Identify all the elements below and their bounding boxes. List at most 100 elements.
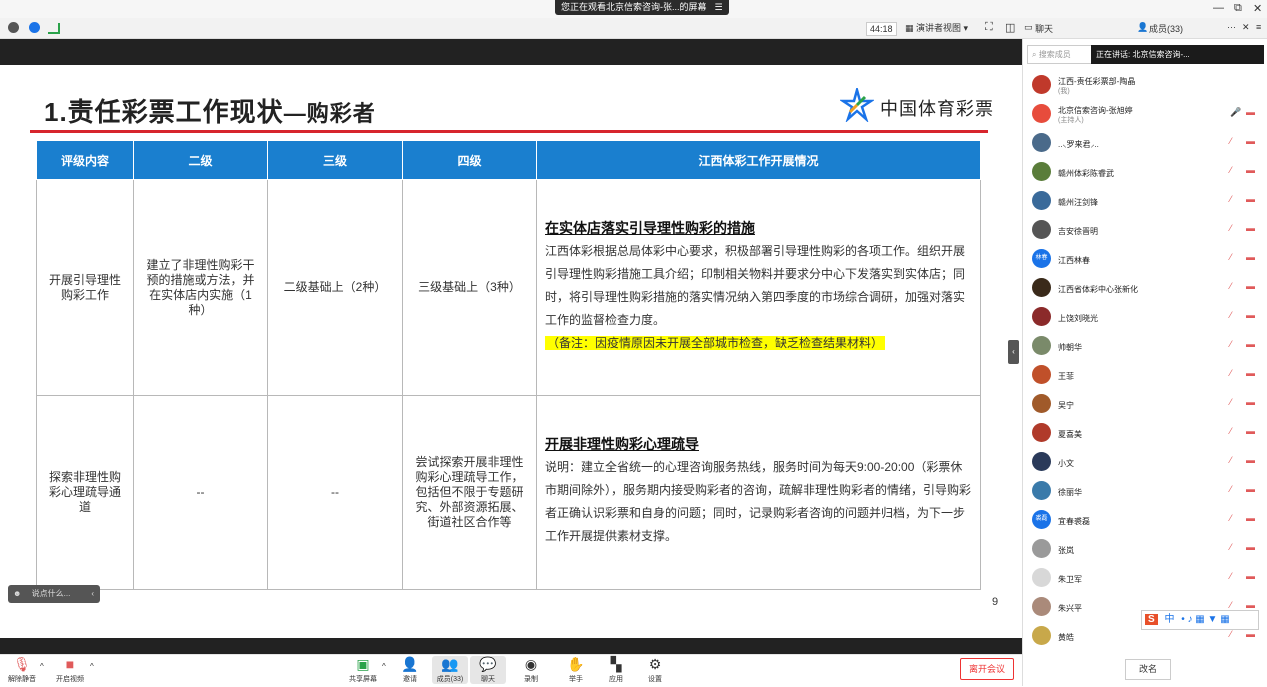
raise-hand-button[interactable]: ✋ 举手 [558, 656, 594, 684]
signal-icon[interactable] [48, 23, 60, 34]
chevron-left-icon[interactable]: ‹ [91, 585, 94, 603]
mic-muted-icon[interactable]: ⁄ [1230, 339, 1232, 349]
member-row[interactable]: 吴宁 ⁄ ▬ [1030, 391, 1260, 417]
camera-off-icon[interactable]: ▬ [1246, 194, 1255, 204]
leave-meeting-button[interactable]: 离开会议 [960, 658, 1014, 680]
share-screen-button[interactable]: ▣ 共享屏幕 [345, 656, 381, 684]
restore-icon[interactable]: ⧉ [1234, 2, 1242, 15]
more-icon[interactable]: ··· [1227, 22, 1236, 32]
member-row[interactable]: 赣州汪剑锋 ⁄ ▬ [1030, 188, 1260, 214]
emoji-icon[interactable]: ☻ [13, 589, 21, 598]
mic-muted-icon[interactable]: ⁄ [1230, 426, 1232, 436]
member-row[interactable]: 夏喜美 ⁄ ▬ [1030, 420, 1260, 446]
mic-muted-icon[interactable]: ⁄ [1230, 484, 1232, 494]
camera-off-icon[interactable]: ▬ [1246, 629, 1255, 639]
mic-on-icon[interactable]: 🎤 [1230, 107, 1241, 118]
title-divider [30, 130, 988, 133]
mic-muted-icon[interactable]: ⁄ [1230, 513, 1232, 523]
mic-muted-icon[interactable]: ⁄ [1230, 455, 1232, 465]
close-panel-icon[interactable]: ✕ [1242, 22, 1250, 33]
chat-button[interactable]: 💬 聊天 [470, 656, 506, 684]
unmute-button[interactable]: 🎙 解除静音 [4, 656, 40, 684]
camera-off-icon[interactable]: ▬ [1246, 426, 1255, 436]
camera-off-icon[interactable]: ▬ [1246, 281, 1255, 291]
ime-toolbar[interactable]: S 中 • ♪ ▦ ▼ ▦ [1141, 610, 1259, 630]
banner-menu-icon[interactable]: ☰ [715, 2, 723, 12]
camera-off-icon[interactable]: ▬ [1246, 484, 1255, 494]
member-row[interactable]: 吉安徐晋明 ⁄ ▬ [1030, 217, 1260, 243]
member-search-input[interactable]: ⌕ 搜索成员 [1027, 45, 1095, 64]
avatar [1032, 626, 1051, 645]
camera-off-icon[interactable]: ▬ [1246, 223, 1255, 233]
members-tab-icon[interactable]: 👤 [1137, 22, 1148, 33]
member-row[interactable]: 江西-责任彩票部-陶晶 (我) [1030, 72, 1260, 98]
member-row[interactable]: 帅朝华 ⁄ ▬ [1030, 333, 1260, 359]
chat-input[interactable]: ☻ 说点什么... ‹ [8, 585, 100, 603]
members-button[interactable]: 👥 成员(33) [432, 656, 468, 684]
mic-muted-icon[interactable]: ⁄ [1230, 165, 1232, 175]
apps-button[interactable]: ▚ 应用 [598, 656, 634, 684]
sharing-banner[interactable]: 您正在观看北京信索咨询-张...的屏幕 ☰ [555, 0, 729, 15]
camera-off-icon[interactable]: ▬ [1246, 252, 1255, 262]
layout-icon[interactable]: ◫ [1005, 21, 1015, 34]
collapse-panel-button[interactable]: ‹ [1008, 340, 1019, 364]
info-icon[interactable] [8, 22, 19, 33]
invite-button[interactable]: 👤 邀请 [392, 656, 428, 684]
mic-muted-icon[interactable]: ⁄ [1230, 252, 1232, 262]
start-video-button[interactable]: ■ 开启视频 [52, 656, 88, 684]
camera-off-icon[interactable]: ▬ [1246, 339, 1255, 349]
menu-icon[interactable]: ≡ [1256, 22, 1261, 32]
mic-muted-icon[interactable]: ⁄ [1230, 136, 1232, 146]
chevron-up-icon[interactable]: ^ [40, 662, 44, 671]
member-row[interactable]: 小文 ⁄ ▬ [1030, 449, 1260, 475]
rename-button[interactable]: 改名 [1125, 659, 1171, 680]
member-row[interactable]: 北京信索咨询-张旭婷 (主持人) 🎤 ▬ [1030, 101, 1260, 127]
minimize-icon[interactable]: — [1213, 2, 1224, 14]
member-row[interactable]: 江西省体彩中心张新化 ⁄ ▬ [1030, 275, 1260, 301]
member-row[interactable]: 上饶刘晓光 ⁄ ▬ [1030, 304, 1260, 330]
member-row[interactable]: 林春 江西林春 ⁄ ▬ [1030, 246, 1260, 272]
chevron-up-icon[interactable]: ^ [382, 662, 386, 671]
mic-muted-icon[interactable]: ⁄ [1230, 629, 1232, 639]
mic-muted-icon[interactable]: ⁄ [1230, 310, 1232, 320]
member-row[interactable]: ..⸜罗来君⸝.. ⁄ ▬ [1030, 130, 1260, 156]
mic-muted-icon[interactable]: ⁄ [1230, 223, 1232, 233]
member-row[interactable]: 徐丽华 ⁄ ▬ [1030, 478, 1260, 504]
close-icon[interactable]: ✕ [1253, 2, 1262, 15]
record-button[interactable]: ◉ 录制 [513, 656, 549, 684]
speaker-view-dropdown[interactable]: ▦ 演讲者视图 ▾ [905, 21, 968, 35]
tab-members[interactable]: 成员(33) [1149, 22, 1183, 35]
table-cell: 建立了非理性购彩干预的措施或方法，并在实体店内实施（1种） [133, 179, 268, 396]
shield-icon[interactable] [29, 22, 40, 33]
record-label: 录制 [524, 676, 538, 683]
camera-off-icon[interactable]: ▬ [1246, 397, 1255, 407]
member-row[interactable]: 赣州体彩陈睿武 ⁄ ▬ [1030, 159, 1260, 185]
apps-icon: ▚ [610, 656, 622, 672]
mic-muted-icon[interactable]: ⁄ [1230, 368, 1232, 378]
mic-muted-icon[interactable]: ⁄ [1230, 571, 1232, 581]
tab-chat[interactable]: 聊天 [1035, 22, 1053, 35]
camera-off-icon[interactable]: ▬ [1246, 600, 1255, 610]
chevron-up-icon[interactable]: ^ [90, 662, 94, 671]
member-row[interactable]: 王菲 ⁄ ▬ [1030, 362, 1260, 388]
fullscreen-icon[interactable]: ⛶ [985, 21, 993, 34]
settings-button[interactable]: ⚙ 设置 [637, 656, 673, 684]
camera-off-icon[interactable]: ▬ [1246, 165, 1255, 175]
camera-off-icon[interactable]: ▬ [1246, 542, 1255, 552]
mic-muted-icon[interactable]: ⁄ [1230, 194, 1232, 204]
camera-off-icon[interactable]: ▬ [1246, 310, 1255, 320]
camera-off-icon[interactable]: ▬ [1246, 136, 1255, 146]
camera-off-icon[interactable]: ▬ [1246, 455, 1255, 465]
mic-muted-icon[interactable]: ⁄ [1230, 281, 1232, 291]
member-row[interactable]: 朱卫军 ⁄ ▬ [1030, 565, 1260, 591]
mic-muted-icon[interactable]: ⁄ [1230, 600, 1232, 610]
camera-off-icon[interactable]: ▬ [1246, 368, 1255, 378]
mic-muted-icon[interactable]: ⁄ [1230, 542, 1232, 552]
chat-tab-icon[interactable]: ▭ [1024, 22, 1033, 33]
camera-off-icon[interactable]: ▬ [1246, 571, 1255, 581]
member-row[interactable]: 张岚 ⁄ ▬ [1030, 536, 1260, 562]
camera-off-icon[interactable]: ▬ [1246, 107, 1255, 117]
camera-off-icon[interactable]: ▬ [1246, 513, 1255, 523]
member-row[interactable]: 裘磊 宜春裘磊 ⁄ ▬ [1030, 507, 1260, 533]
mic-muted-icon[interactable]: ⁄ [1230, 397, 1232, 407]
